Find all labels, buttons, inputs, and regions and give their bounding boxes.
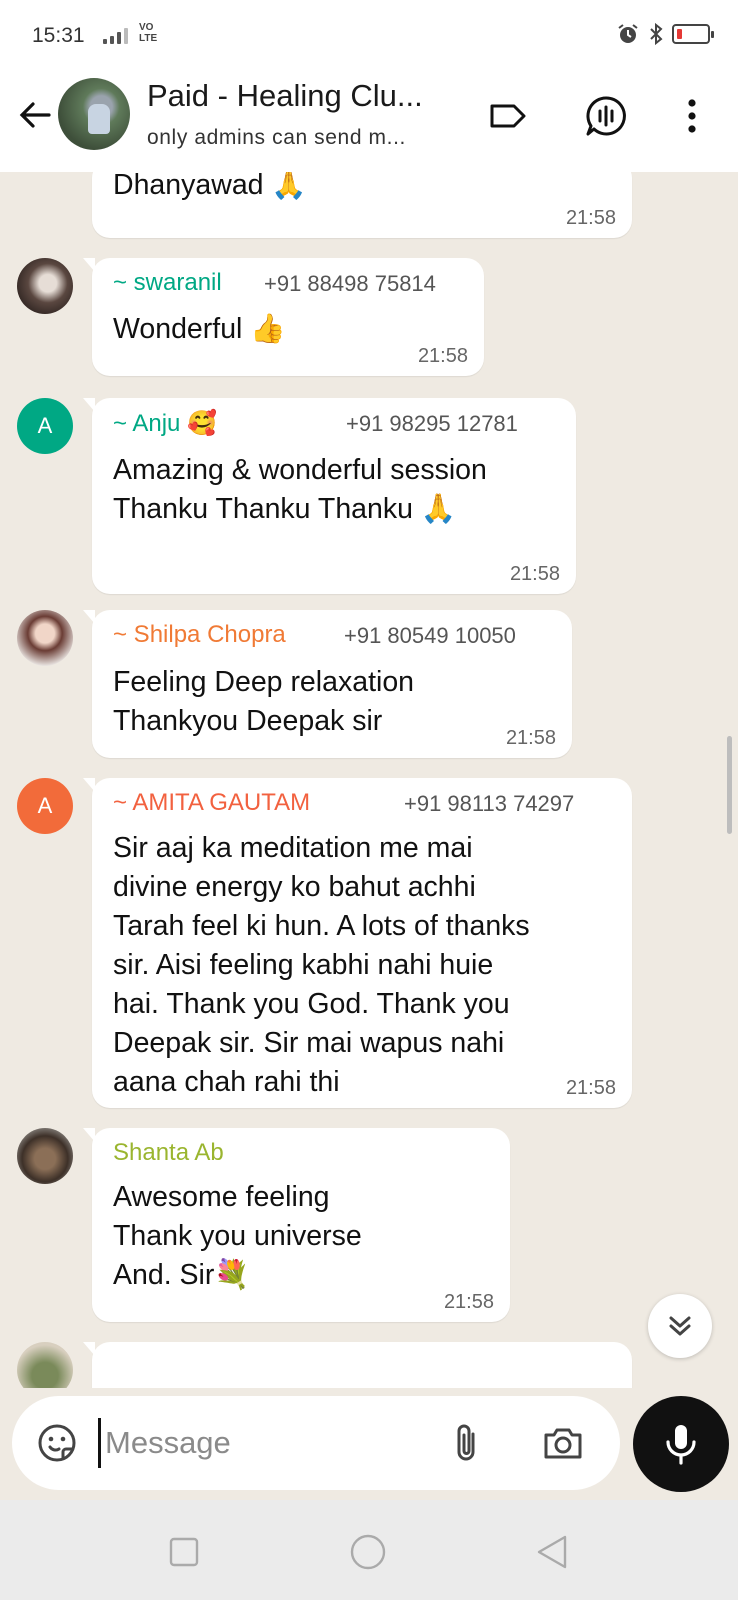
sticker-icon[interactable] [32,1418,82,1468]
alarm-icon [618,24,638,43]
avatar[interactable] [17,1128,73,1184]
avatar[interactable]: A [17,778,73,834]
message-bubble[interactable]: Shanta Ab Awesome feeling Thank you univ… [83,1128,510,1322]
group-avatar[interactable] [58,78,130,150]
status-icons [616,22,714,46]
message-bubble[interactable]: Dhanyawad 🙏 21:58 [92,172,632,238]
scroll-to-bottom-button[interactable] [648,1294,712,1358]
message-time: 21:58 [565,207,616,229]
message-bubble[interactable]: ~ swaranil +91 88498 75814 Wonderful 👍 2… [83,258,484,376]
volte-indicator: VO LTE [139,22,158,44]
message-bubble[interactable]: ~ AMITA GAUTAM +91 98113 74297 Sir aaj k… [83,778,632,1108]
back-arrow-icon[interactable] [12,92,58,138]
sender-phone: +91 98295 12781 [346,411,518,436]
sender-phone: +91 80549 10050 [344,623,516,648]
double-chevron-down-icon [669,1316,691,1336]
avatar[interactable] [17,258,73,314]
message-composer [12,1396,620,1490]
message-text: Dhanyawad 🙏 [113,172,307,201]
sender-name[interactable]: ~ Shilpa Chopra [113,621,286,649]
sender-name[interactable]: ~ AMITA GAUTAM [113,789,310,817]
message-bubble[interactable] [83,1342,632,1388]
camera-icon[interactable] [538,1418,588,1468]
label-icon[interactable] [484,92,532,140]
message-text: Awesome feeling Thank you universe And. … [113,1181,362,1291]
status-bar: 15:31 VO LTE [0,0,738,70]
sender-name[interactable]: Shanta Ab [113,1139,224,1167]
message-time: 21:58 [509,563,560,585]
sender-phone: +91 98113 74297 [404,791,575,816]
recents-icon[interactable] [162,1530,206,1574]
scrollbar-thumb[interactable] [727,736,732,834]
signal-icon [103,28,128,44]
avatar-letter: A [37,413,53,438]
voice-chat-icon[interactable] [582,92,630,140]
message-time: 21:58 [505,727,556,749]
back-nav-icon[interactable] [530,1530,574,1574]
message-time: 21:58 [443,1291,494,1313]
avatar[interactable]: A [17,398,73,454]
sender-name[interactable]: ~ Anju 🥰 [113,409,217,438]
message-text: Feeling Deep relaxation Thankyou Deepak … [113,666,415,737]
battery-icon [672,24,714,44]
home-icon[interactable] [346,1530,390,1574]
message-text: Sir aaj ka meditation me mai divine ener… [113,832,530,1098]
system-nav-bar [0,1500,738,1600]
message-input[interactable] [98,1418,438,1468]
group-subtitle: only admins can send m... [147,126,406,149]
message-time: 21:58 [565,1077,616,1099]
chat-header: Paid - Healing Clu... only admins can se… [0,70,738,172]
attach-icon[interactable] [442,1418,492,1468]
mic-icon [666,1425,696,1465]
sender-phone: +91 88498 75814 [264,271,436,296]
status-time: 15:31 [32,24,85,47]
bluetooth-icon [650,22,663,46]
mic-button[interactable] [633,1396,729,1492]
message-time: 21:58 [417,345,468,367]
group-title[interactable]: Paid - Healing Clu... [147,78,423,114]
avatar-letter: A [37,793,53,818]
message-text: Wonderful 👍 [113,313,286,345]
sender-name[interactable]: ~ swaranil [113,269,222,297]
message-bubble[interactable]: ~ Shilpa Chopra +91 80549 10050 Feeling … [83,610,572,758]
chat-area[interactable]: Dhanyawad 🙏 21:58 ~ swaranil +91 88498 7… [0,172,738,1388]
message-bubble[interactable]: ~ Anju 🥰 +91 98295 12781 Amazing & wonde… [83,398,576,594]
more-vert-icon[interactable] [668,92,716,140]
avatar[interactable] [17,610,73,666]
avatar[interactable] [17,1342,73,1388]
message-text: Amazing & wonderful session Thanku Thank… [113,454,487,525]
